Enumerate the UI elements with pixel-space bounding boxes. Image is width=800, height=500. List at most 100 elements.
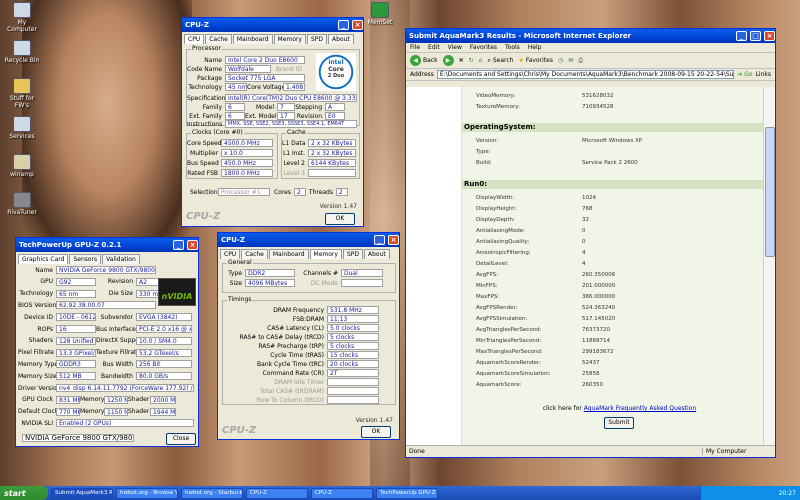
ie-titlebar[interactable]: Submit AquaMark3 Results - Microsoft Int… [406, 29, 775, 43]
result-row: DisplayWidth: 1024 [462, 193, 763, 202]
search-button[interactable]: ⌕ Search [487, 57, 513, 65]
task-hwbot-starbuck[interactable]: hwbot.org - Starbuck... [181, 487, 243, 499]
tab-graphics-card[interactable]: Graphics Card [18, 254, 69, 264]
desktop-icon-memset[interactable]: MemSet [360, 2, 400, 26]
result-value: 1024 [582, 194, 596, 201]
faq-link[interactable]: AquaMark Frequently Asked Question [584, 405, 696, 412]
timing-label: RAS# Precharge (tRP) [258, 342, 324, 350]
gpuz-titlebar[interactable]: TechPowerUp GPU-Z 0.2.1 _ × [16, 238, 198, 252]
timing-label: Total CAS# (tRDRAM) [260, 387, 324, 395]
result-value: 32 [582, 216, 589, 223]
ok-button[interactable]: OK [361, 426, 391, 438]
task-cpuz-2[interactable]: CPU-Z [311, 487, 373, 499]
tab-validation[interactable]: Validation [102, 254, 140, 264]
result-row: VideoMemory: 531628032 [462, 91, 763, 100]
menu-view[interactable]: View [448, 44, 462, 51]
desktop-icon-recycle-bin[interactable]: Recycle Bin [2, 40, 42, 64]
gpuz-value: 512 MB [56, 372, 96, 381]
timing-row: RAS# to CAS# Delay (tRCD) 5 clocks [223, 333, 379, 341]
cpuz-memory-titlebar[interactable]: CPU-Z _ × [218, 233, 399, 247]
menu-favorites[interactable]: Favorites [470, 44, 497, 51]
tab-memory[interactable]: Memory [309, 249, 342, 259]
stop-icon[interactable]: ✖ [459, 57, 464, 64]
mail-icon[interactable]: ✉ [568, 57, 573, 64]
close-icon[interactable]: × [388, 235, 399, 245]
clock[interactable]: 20:27 [779, 490, 796, 497]
gpuz-label: Memory [80, 396, 105, 404]
tab-about[interactable]: About [327, 34, 354, 44]
back-button[interactable]: ◀ Back [410, 55, 438, 66]
processor-select[interactable]: Processor #1 [218, 188, 270, 196]
scrollbar-thumb[interactable] [765, 127, 775, 257]
gpuz-value: 128 Unified [56, 336, 96, 345]
result-key: Version: [476, 137, 499, 144]
desktop-icon-services[interactable]: Services [2, 116, 42, 140]
timing-value [327, 378, 379, 386]
refresh-icon[interactable]: ↻ [469, 57, 474, 64]
forward-button[interactable]: ▶ [442, 55, 454, 66]
gpuz-tabs: Graphics Card Sensors Validation [16, 252, 198, 264]
print-icon[interactable]: ⎙ [578, 57, 583, 65]
back-arrow-icon: ◀ [410, 55, 421, 66]
timing-label: DRAM Frequency [273, 306, 324, 314]
task-ie[interactable]: Submit AquaMark3 R... [51, 487, 113, 499]
desktop-icon-rivatuner[interactable]: RivaTuner [2, 192, 42, 216]
cpuz-titlebar[interactable]: CPU-Z _ × [182, 18, 363, 32]
tab-spd[interactable]: SPD [342, 249, 363, 259]
gpuz-label: Memory [80, 408, 105, 416]
home-icon[interactable]: ⌂ [479, 57, 483, 64]
system-tray: 20:27 [700, 486, 800, 500]
menu-help[interactable]: Help [528, 44, 542, 51]
tab-cache[interactable]: Cache [205, 34, 232, 44]
tab-about[interactable]: About [363, 249, 390, 259]
minimize-icon[interactable]: _ [338, 20, 349, 30]
gpuz-row: Pixel Fillrate 13.3 GPixel/s Texture Fillr… [18, 348, 192, 357]
history-icon[interactable]: ◷ [558, 57, 563, 64]
submit-button[interactable]: Submit [604, 417, 634, 429]
tab-cpu[interactable]: CPU [220, 249, 241, 259]
desktop-icon-my-computer[interactable]: My Computer [2, 2, 42, 33]
desktop-icon-stuff-folder[interactable]: Stuff for FW's [2, 78, 42, 109]
result-value: 25858 [582, 370, 600, 377]
gpu-select[interactable]: NVIDIA GeForce 9800 GTX/9800 GTX+ [22, 434, 134, 442]
folder-icon [13, 78, 31, 94]
minimize-icon[interactable]: _ [173, 240, 184, 250]
favorites-button[interactable]: ★ Favorites [518, 57, 553, 64]
links-button[interactable]: Links [756, 71, 771, 78]
close-icon[interactable]: × [764, 31, 775, 41]
tab-mainboard[interactable]: Mainboard [268, 249, 309, 259]
gpuz-window: TechPowerUp GPU-Z 0.2.1 _ × Graphics Card … [15, 237, 199, 447]
ok-button[interactable]: OK [325, 213, 355, 225]
taskbar: start Submit AquaMark3 R... hwbot.org - … [0, 486, 800, 500]
result-key: AquamarkScoreSimulation: [476, 370, 551, 377]
minimize-icon[interactable]: _ [736, 31, 747, 41]
menu-file[interactable]: File [410, 44, 420, 51]
gpuz-value: 2000 MHz [150, 395, 176, 404]
task-cpuz-1[interactable]: CPU-Z [246, 487, 308, 499]
tab-sensors[interactable]: Sensors [69, 254, 102, 264]
tab-cpu[interactable]: CPU [184, 34, 205, 44]
minimize-icon[interactable]: _ [374, 235, 385, 245]
gpuz-value: 13.3 GPixel/s [56, 348, 96, 357]
tab-spd[interactable]: SPD [306, 34, 327, 44]
menu-edit[interactable]: Edit [428, 44, 440, 51]
tab-cache[interactable]: Cache [241, 249, 268, 259]
task-hwbot-browse[interactable]: hwbot.org - Browse V... [116, 487, 178, 499]
desktop-icon-winamp[interactable]: winamp [2, 154, 42, 178]
menu-tools[interactable]: Tools [505, 44, 520, 51]
task-gpuz[interactable]: TechPowerUp GPU-Z ... [376, 487, 438, 499]
timing-label: Cycle Time (tRAS) [270, 351, 324, 359]
gpuz-label: Shader [128, 408, 150, 416]
go-button[interactable]: ➜ Go [737, 71, 752, 78]
close-icon[interactable]: × [187, 240, 198, 250]
close-icon[interactable]: × [352, 20, 363, 30]
close-button[interactable]: Close [166, 433, 196, 445]
faq-prefix: click here for [542, 405, 582, 412]
tab-mainboard[interactable]: Mainboard [232, 34, 273, 44]
ie-scrollbar[interactable] [763, 87, 775, 445]
tab-memory[interactable]: Memory [273, 34, 306, 44]
start-button[interactable]: start [0, 486, 48, 500]
maximize-icon[interactable]: □ [750, 31, 761, 41]
address-input[interactable]: E:\Documents and Settings\Chris\My Docum… [436, 70, 735, 79]
timings-group: Timings DRAM Frequency 531.8 MHz FSB:DRAM 1… [222, 296, 396, 405]
